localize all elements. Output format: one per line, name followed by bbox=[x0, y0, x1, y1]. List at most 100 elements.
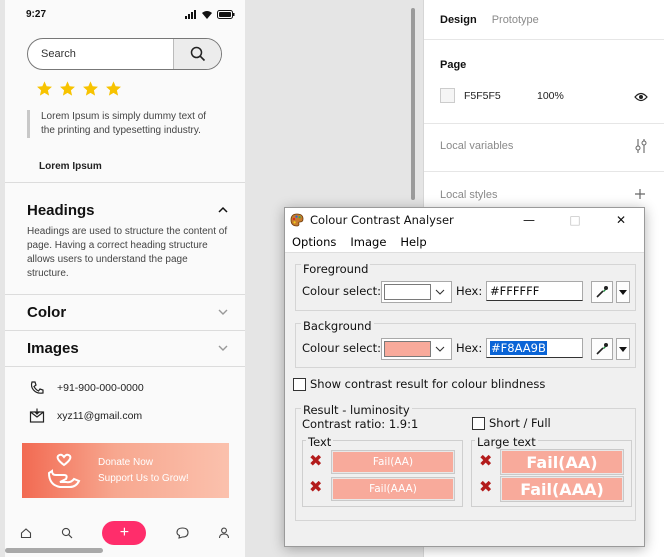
star-rating bbox=[36, 80, 122, 97]
text-aaa-result: Fail(AAA) bbox=[331, 477, 455, 501]
window-title: Colour Contrast Analyser bbox=[310, 213, 454, 227]
palette-icon bbox=[290, 213, 304, 227]
background-swatch bbox=[384, 341, 431, 357]
banner-subtitle: Support Us to Grow! bbox=[98, 472, 189, 484]
tab-prototype[interactable]: Prototype bbox=[492, 14, 539, 26]
page-opacity[interactable]: 100% bbox=[537, 90, 564, 102]
contact-phone[interactable]: +91-900-000-0000 bbox=[29, 380, 144, 396]
colour-contrast-analyser-window: Colour Contrast Analyser — □ ✕ Options I… bbox=[284, 207, 645, 547]
checkbox-box[interactable] bbox=[472, 416, 485, 430]
large-text-group-title: Large text bbox=[475, 435, 538, 449]
text-group-title: Text bbox=[306, 435, 334, 449]
background-title: Background bbox=[301, 319, 374, 333]
star-icon bbox=[106, 81, 121, 96]
accordion-body-headings: Headings are used to structure the conte… bbox=[27, 226, 228, 279]
result-group: Result - luminosity Contrast ratio: 1.9:… bbox=[295, 403, 636, 521]
page-color-hex[interactable]: F5F5F5 bbox=[464, 90, 537, 102]
phone-number: +91-900-000-0000 bbox=[57, 382, 144, 394]
fail-x-icon: ✖ bbox=[479, 451, 493, 470]
search-input[interactable]: Search bbox=[28, 48, 173, 60]
phone-icon bbox=[30, 381, 44, 394]
result-title: Result - luminosity bbox=[301, 403, 412, 417]
battery-icon bbox=[217, 9, 235, 19]
donate-hand-heart-icon bbox=[47, 453, 81, 488]
menu-options[interactable]: Options bbox=[292, 235, 336, 249]
divider bbox=[5, 294, 245, 295]
bottom-tab-bar: + bbox=[5, 515, 245, 551]
accordion-title-images[interactable]: Images bbox=[27, 340, 79, 357]
foreground-hex-value: #FFFFFF bbox=[490, 284, 540, 298]
divider bbox=[5, 366, 245, 367]
colour-blindness-label: Show contrast result for colour blindnes… bbox=[310, 377, 546, 391]
foreground-title: Foreground bbox=[301, 262, 371, 276]
profile-icon[interactable] bbox=[218, 527, 230, 539]
chevron-up-icon[interactable] bbox=[217, 204, 229, 216]
caret-down-icon bbox=[619, 289, 627, 295]
checkbox-box[interactable] bbox=[293, 377, 306, 391]
background-colour-select[interactable] bbox=[381, 338, 452, 360]
wifi-icon bbox=[202, 10, 212, 19]
background-hex-label: Hex: bbox=[456, 341, 483, 355]
foreground-dropdown-button[interactable] bbox=[616, 281, 630, 303]
foreground-hex-label: Hex: bbox=[456, 284, 483, 298]
background-group: Background Colour select: Hex: #F8AA9B bbox=[295, 319, 636, 368]
chat-icon[interactable] bbox=[176, 527, 189, 539]
page-section-title: Page bbox=[440, 59, 467, 71]
foreground-colour-select-label: Colour select: bbox=[302, 284, 382, 298]
menu-bar: Options Image Help bbox=[285, 232, 644, 253]
tab-design[interactable]: Design bbox=[440, 14, 477, 26]
foreground-colour-select[interactable] bbox=[381, 281, 452, 303]
eye-icon[interactable] bbox=[634, 91, 648, 103]
star-icon bbox=[37, 81, 52, 96]
text-aa-result: Fail(AA) bbox=[331, 450, 455, 474]
contact-email[interactable]: xyz11@gmail.com bbox=[29, 408, 142, 424]
email-address: xyz11@gmail.com bbox=[57, 410, 143, 422]
caret-down-icon bbox=[619, 346, 627, 352]
status-bar: 9:27 bbox=[5, 0, 245, 28]
page-fill-row[interactable]: F5F5F5 100% bbox=[440, 88, 650, 103]
title-bar[interactable]: Colour Contrast Analyser — □ ✕ bbox=[285, 208, 644, 232]
background-dropdown-button[interactable] bbox=[616, 338, 630, 360]
accordion-title-color[interactable]: Color bbox=[27, 304, 66, 321]
quote-author: Lorem Ipsum bbox=[39, 161, 102, 172]
background-eyedropper-button[interactable] bbox=[591, 338, 613, 360]
short-full-label: Short / Full bbox=[489, 416, 551, 430]
horizontal-scrollbar[interactable] bbox=[5, 548, 103, 553]
foreground-group: Foreground Colour select: Hex: #FFFFFF bbox=[295, 262, 636, 311]
close-button[interactable]: ✕ bbox=[598, 208, 644, 232]
donate-banner[interactable]: Donate Now Support Us to Grow! bbox=[22, 443, 229, 498]
search-button[interactable] bbox=[173, 39, 221, 69]
colour-blindness-checkbox[interactable]: Show contrast result for colour blindnes… bbox=[293, 377, 545, 391]
large-text-aaa-result: Fail(AAA) bbox=[500, 476, 624, 502]
background-hex-value: #F8AA9B bbox=[490, 341, 547, 355]
mail-icon bbox=[29, 408, 45, 423]
chevron-down-icon[interactable] bbox=[217, 306, 229, 318]
blockquote: Lorem Ipsum is simply dummy text of the … bbox=[27, 110, 217, 138]
foreground-hex-input[interactable]: #FFFFFF bbox=[486, 281, 583, 301]
short-full-checkbox[interactable]: Short / Full bbox=[472, 416, 551, 430]
banner-title: Donate Now bbox=[98, 456, 154, 468]
search-icon[interactable] bbox=[61, 527, 73, 539]
search-icon bbox=[190, 46, 205, 62]
vertical-scrollbar[interactable] bbox=[411, 8, 415, 200]
status-icons bbox=[185, 9, 235, 19]
background-colour-select-label: Colour select: bbox=[302, 341, 382, 355]
add-button[interactable]: + bbox=[102, 521, 147, 545]
chevron-down-icon[interactable] bbox=[217, 342, 229, 354]
divider bbox=[5, 182, 245, 183]
status-time: 9:27 bbox=[26, 8, 47, 20]
background-hex-input[interactable]: #F8AA9B bbox=[486, 338, 583, 358]
page-color-swatch[interactable] bbox=[440, 88, 455, 103]
chevron-down-icon bbox=[435, 346, 445, 352]
search-bar[interactable]: Search bbox=[27, 38, 222, 70]
foreground-eyedropper-button[interactable] bbox=[591, 281, 613, 303]
home-icon[interactable] bbox=[20, 527, 32, 539]
menu-help[interactable]: Help bbox=[400, 235, 426, 249]
accordion-title-headings[interactable]: Headings bbox=[27, 202, 95, 219]
star-icon bbox=[83, 81, 98, 96]
minimize-button[interactable]: — bbox=[506, 208, 552, 232]
fail-x-icon: ✖ bbox=[309, 451, 323, 470]
variables-adjust-icon[interactable] bbox=[634, 138, 648, 154]
add-style-icon[interactable] bbox=[634, 188, 646, 200]
menu-image[interactable]: Image bbox=[350, 235, 386, 249]
